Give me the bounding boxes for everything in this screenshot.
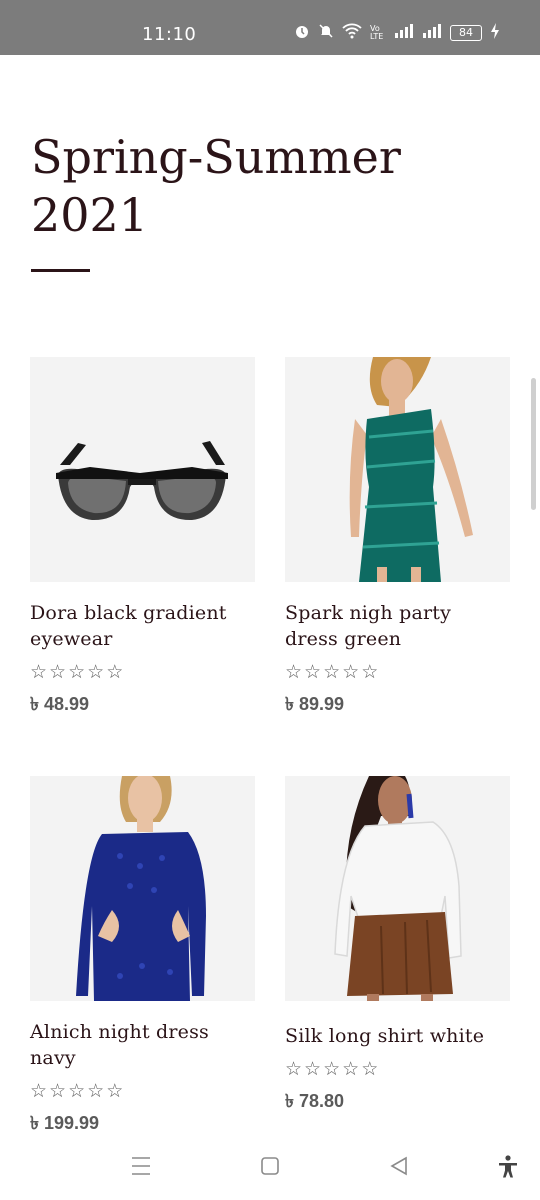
title-divider <box>31 269 90 272</box>
star-icon: ☆ <box>323 1058 341 1080</box>
product-card[interactable]: Spark nigh party dress green ☆ ☆ ☆ ☆ ☆ ৳ 89.… <box>285 357 510 721</box>
product-price: ৳ 78.80 <box>285 1091 345 1111</box>
product-name[interactable]: Alnich night dress navy <box>30 1019 255 1071</box>
signal-icon <box>422 24 442 42</box>
star-icon: ☆ <box>304 1058 322 1080</box>
star-rating: ☆ ☆ ☆ ☆ ☆ <box>285 1059 510 1079</box>
star-icon: ☆ <box>106 661 124 683</box>
back-icon[interactable] <box>389 1155 409 1181</box>
star-icon: ☆ <box>323 661 341 683</box>
menu-icon[interactable] <box>131 1155 151 1181</box>
status-time: 11:10 <box>142 24 197 45</box>
product-price: ৳ 199.99 <box>30 1113 100 1133</box>
star-icon: ☆ <box>342 661 360 683</box>
alarm-icon <box>294 23 310 43</box>
product-name[interactable]: Spark nigh party dress green <box>285 600 510 652</box>
accessibility-icon[interactable] <box>497 1155 519 1183</box>
scrollbar[interactable] <box>531 378 536 510</box>
page-title-line1: Spring-Summer <box>31 130 401 184</box>
page-title: Spring-Summer 2021 <box>31 128 501 244</box>
star-icon: ☆ <box>285 661 303 683</box>
star-icon: ☆ <box>342 1058 360 1080</box>
product-image[interactable] <box>30 776 255 1001</box>
star-icon: ☆ <box>68 661 86 683</box>
status-bar: 11:10 Vo LTE 84 <box>0 0 540 55</box>
star-icon: ☆ <box>361 661 379 683</box>
star-icon: ☆ <box>30 661 48 683</box>
product-card[interactable]: Alnich night dress navy ☆ ☆ ☆ ☆ ☆ ৳ 199.99 <box>30 776 255 1140</box>
star-rating: ☆ ☆ ☆ ☆ ☆ <box>30 1081 255 1101</box>
battery-icon: 84 <box>450 25 482 41</box>
star-icon: ☆ <box>106 1080 124 1102</box>
product-price: ৳ 89.99 <box>285 694 345 714</box>
status-icons: Vo LTE 84 <box>294 23 500 43</box>
white-shirt-image <box>334 776 462 1001</box>
product-name[interactable]: Dora black gradient eyewear <box>30 600 255 652</box>
star-icon: ☆ <box>87 1080 105 1102</box>
product-image[interactable] <box>30 357 255 582</box>
product-card[interactable]: Silk long shirt white ☆ ☆ ☆ ☆ ☆ ৳ 78.80 <box>285 776 510 1118</box>
star-icon: ☆ <box>68 1080 86 1102</box>
star-icon: ☆ <box>285 1058 303 1080</box>
green-dress-image <box>349 357 473 582</box>
volte-icon: Vo LTE <box>370 24 384 41</box>
star-icon: ☆ <box>49 661 67 683</box>
sunglasses-image <box>56 441 228 521</box>
mute-icon <box>318 23 334 43</box>
star-icon: ☆ <box>304 661 322 683</box>
star-icon: ☆ <box>49 1080 67 1102</box>
product-image[interactable] <box>285 357 510 582</box>
star-rating: ☆ ☆ ☆ ☆ ☆ <box>30 662 255 682</box>
signal-icon <box>394 24 414 42</box>
page-title-line2: 2021 <box>31 188 149 242</box>
navy-dress-image <box>76 776 206 1001</box>
charging-icon <box>490 23 500 43</box>
star-icon: ☆ <box>30 1080 48 1102</box>
navigation-bar <box>0 1140 540 1200</box>
product-image[interactable] <box>285 776 510 1001</box>
product-name[interactable]: Silk long shirt white <box>285 1023 510 1049</box>
product-card[interactable]: Dora black gradient eyewear ☆ ☆ ☆ ☆ ☆ ৳ 48.9… <box>30 357 255 721</box>
star-icon: ☆ <box>87 661 105 683</box>
home-square-icon[interactable] <box>260 1155 280 1181</box>
star-icon: ☆ <box>361 1058 379 1080</box>
star-rating: ☆ ☆ ☆ ☆ ☆ <box>285 662 510 682</box>
product-price: ৳ 48.99 <box>30 694 90 714</box>
wifi-icon <box>342 23 362 43</box>
